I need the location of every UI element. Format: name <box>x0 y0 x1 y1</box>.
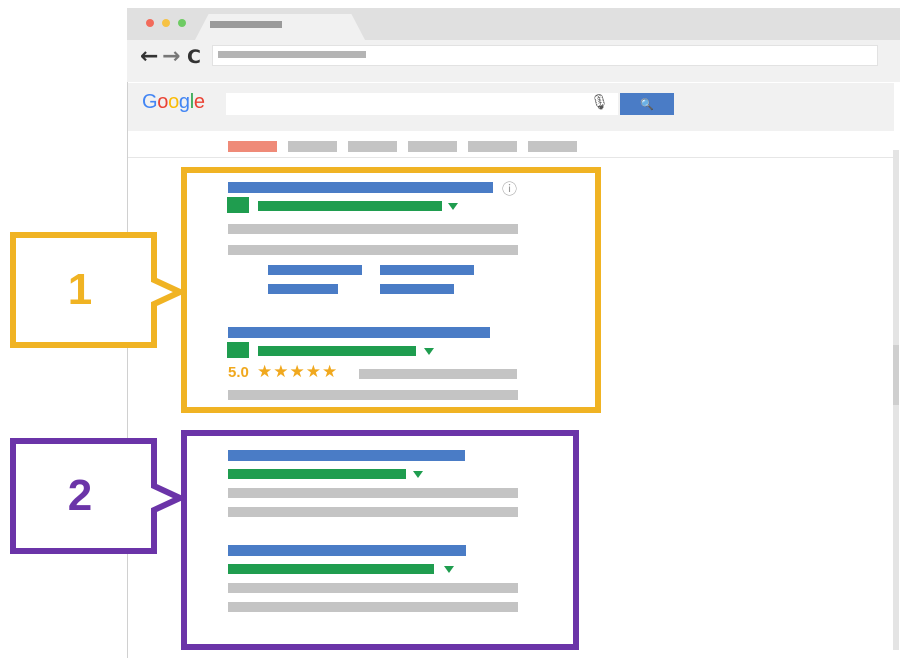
sitelink[interactable] <box>268 284 338 294</box>
info-icon[interactable]: ⓘ <box>502 178 517 199</box>
url-dropdown-icon[interactable] <box>444 566 454 573</box>
ad-badge <box>227 197 249 213</box>
callout-2-number: 2 <box>67 471 93 520</box>
ad-description-line <box>359 369 517 379</box>
sitelink[interactable] <box>268 265 362 275</box>
sitelink[interactable] <box>380 265 474 275</box>
ad-description-line <box>228 245 518 255</box>
result-url[interactable] <box>228 469 406 479</box>
back-icon[interactable]: ← <box>140 44 158 69</box>
tabs-divider <box>128 157 894 158</box>
url-dropdown-icon[interactable] <box>424 348 434 355</box>
scrollbar-thumb[interactable] <box>893 345 899 405</box>
search-tab[interactable] <box>288 141 337 152</box>
result-title[interactable] <box>228 545 466 556</box>
sitelink[interactable] <box>380 284 454 294</box>
close-window-dot[interactable] <box>146 19 154 27</box>
search-tab[interactable] <box>468 141 517 152</box>
rating-stars-icon: ★★★★★ <box>257 362 339 382</box>
organic-section-frame <box>181 430 579 650</box>
result-snippet-line <box>228 602 518 612</box>
search-input[interactable] <box>226 93 618 115</box>
result-snippet-line <box>228 488 518 498</box>
result-url[interactable] <box>228 564 434 574</box>
ad-url[interactable] <box>258 346 416 356</box>
tab-title-placeholder <box>210 21 282 28</box>
ad-description-line <box>228 224 518 234</box>
search-tab[interactable] <box>408 141 457 152</box>
ad-description-line <box>228 390 518 400</box>
result-snippet-line <box>228 507 518 517</box>
ad-title[interactable] <box>228 327 490 338</box>
forward-icon[interactable]: → <box>162 44 180 69</box>
minimize-window-dot[interactable] <box>162 19 170 27</box>
url-placeholder <box>218 51 366 58</box>
logo-letter: o <box>168 91 179 113</box>
reload-icon[interactable]: C <box>187 46 201 68</box>
maximize-window-dot[interactable] <box>178 19 186 27</box>
url-dropdown-icon[interactable] <box>413 471 423 478</box>
result-title[interactable] <box>228 450 465 461</box>
search-icon: 🔍 <box>640 99 654 111</box>
logo-letter: e <box>193 91 205 113</box>
result-snippet-line <box>228 583 518 593</box>
microphone-icon[interactable]: 🎙 <box>590 93 609 111</box>
search-tab[interactable] <box>528 141 577 152</box>
logo-letter: g <box>178 91 190 113</box>
search-tab[interactable] <box>348 141 397 152</box>
callout-1-number: 1 <box>67 265 93 314</box>
ad-badge <box>227 342 249 358</box>
search-tab-active[interactable] <box>228 141 277 152</box>
search-button[interactable]: 🔍 <box>620 93 674 115</box>
ad-url[interactable] <box>258 201 442 211</box>
logo-letter: G <box>142 91 158 113</box>
logo-letter: o <box>157 91 169 113</box>
ad-title[interactable] <box>228 182 493 193</box>
rating-value: 5.0 <box>228 364 249 381</box>
google-logo: Google <box>142 91 205 114</box>
url-dropdown-icon[interactable] <box>448 203 458 210</box>
